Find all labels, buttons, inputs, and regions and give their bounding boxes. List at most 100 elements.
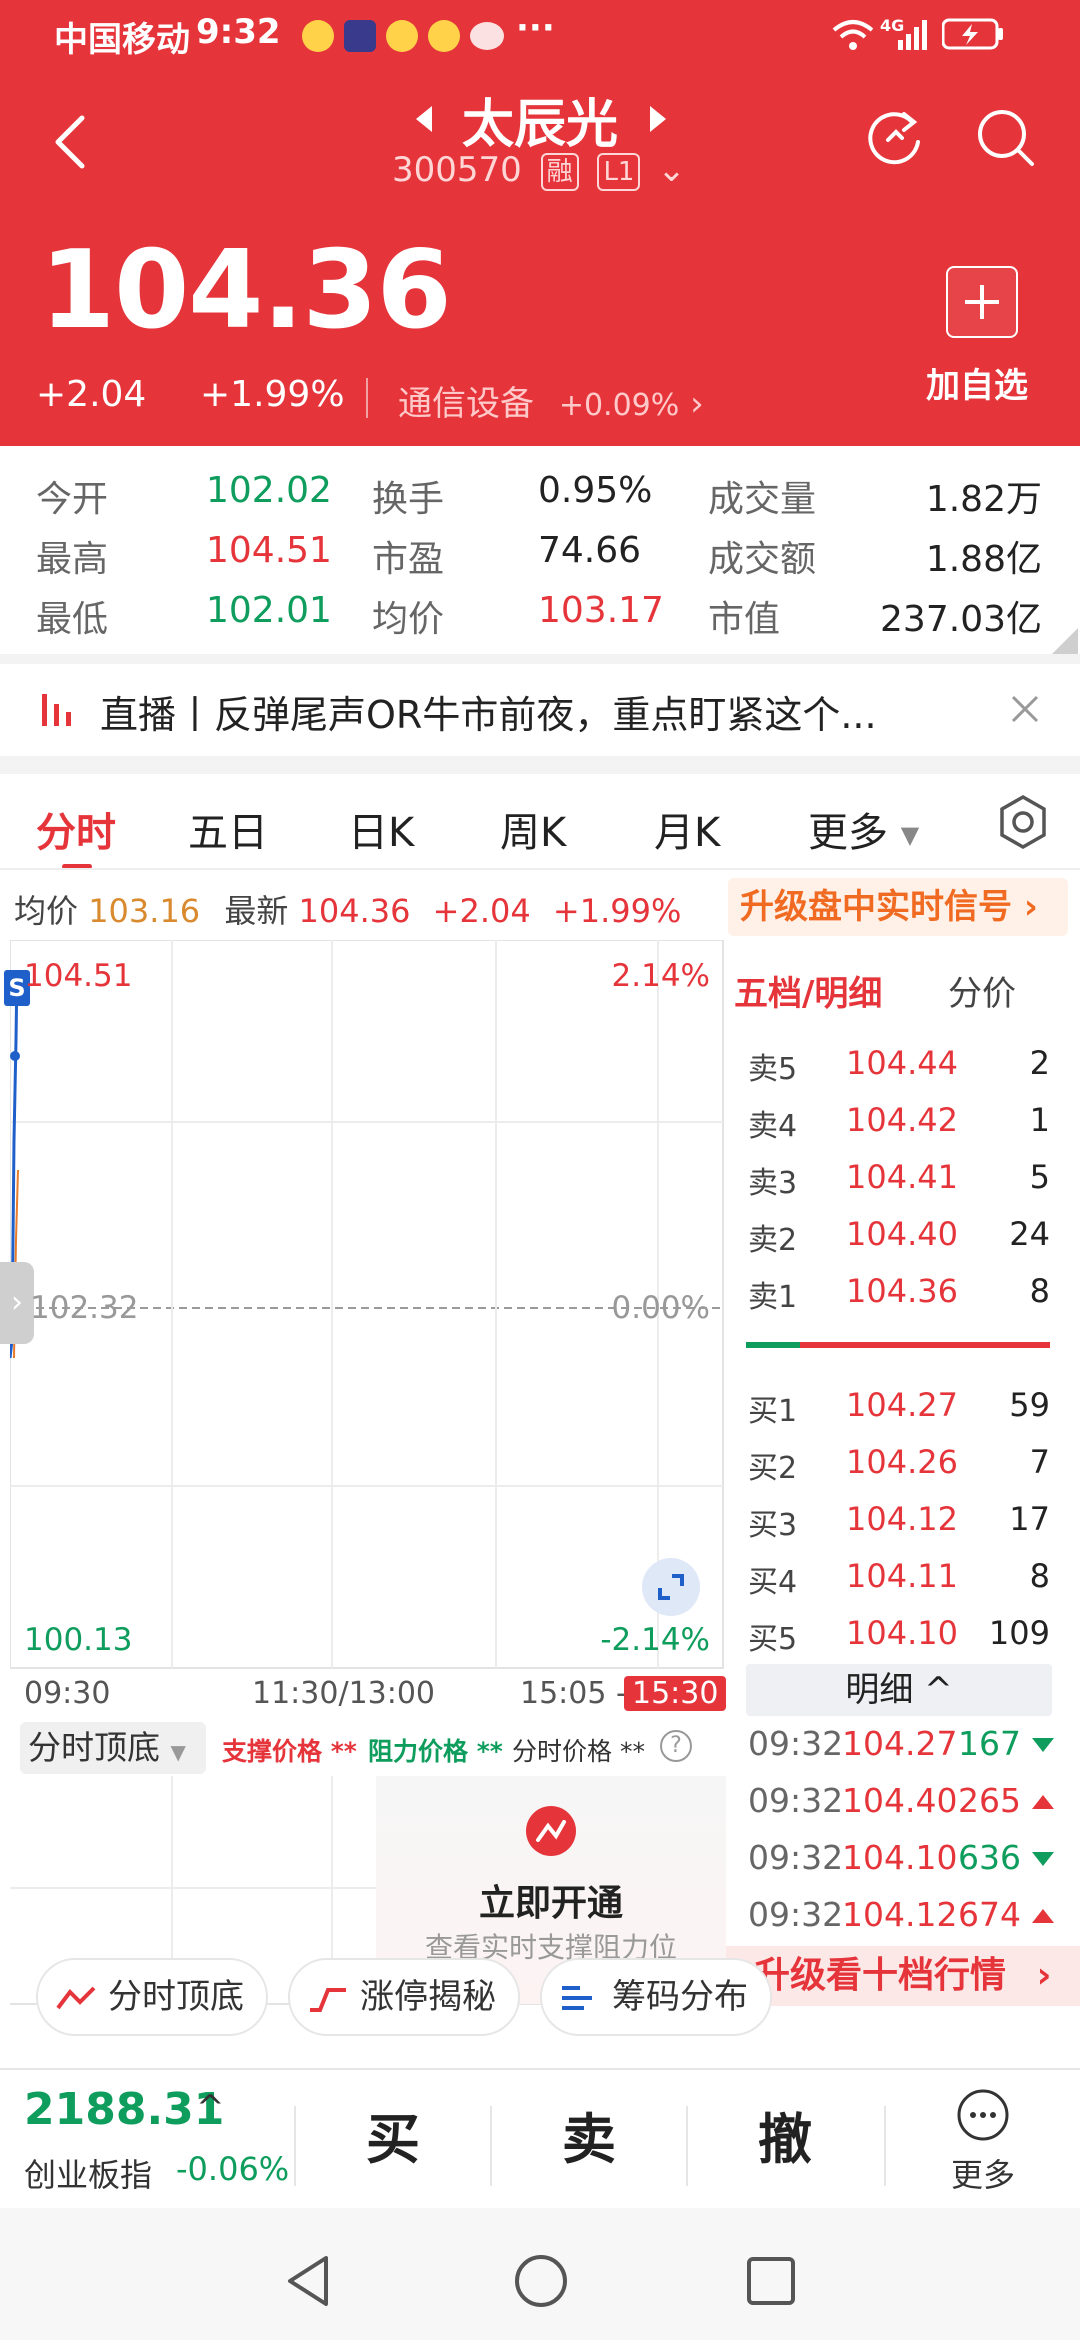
- tab-five-day[interactable]: 五日: [188, 800, 268, 858]
- index-name: 创业板指: [24, 2156, 153, 2194]
- price-change: +2.04: [36, 374, 147, 415]
- tick-volume: 636: [958, 1838, 1021, 1877]
- latest-change-pct: +1.99%: [552, 892, 682, 930]
- open-label: 今开: [36, 479, 109, 520]
- ask-label: 卖4: [748, 1109, 798, 1144]
- down-arrow-icon: [1032, 1852, 1054, 1866]
- tick-price: 104.12: [842, 1895, 958, 1934]
- add-watchlist-button[interactable]: [946, 266, 1018, 338]
- help-icon[interactable]: ?: [660, 1730, 692, 1762]
- up-arrow-icon: [1032, 1795, 1054, 1809]
- live-banner[interactable]: 直播丨反弹尾声OR牛市前夜，重点盯紧这个...: [0, 660, 1080, 756]
- chart-bottom-price: 100.13: [24, 1622, 133, 1658]
- chart-top-price: 104.51: [24, 958, 133, 994]
- ask-label: 卖2: [748, 1223, 798, 1258]
- distribution-icon: [562, 1986, 592, 2010]
- bid-label: 买2: [748, 1451, 798, 1486]
- nav-back-icon[interactable]: [284, 2254, 332, 2308]
- upgrade-level10-button[interactable]: 升级看十档行情 ›: [726, 1946, 1080, 2006]
- add-watchlist-label[interactable]: 加自选: [926, 358, 1028, 407]
- trend-icon: [526, 1806, 576, 1856]
- pill-intraday-top-bottom[interactable]: 分时顶底: [36, 1958, 268, 2036]
- bid-volume: 109: [988, 1614, 1050, 1652]
- bid-strength-bar: [746, 1342, 800, 1348]
- expand-corner-icon[interactable]: [1052, 628, 1078, 654]
- level-tag: L1: [597, 152, 641, 191]
- indicator-dropdown-label: 分时顶底: [28, 1728, 160, 1767]
- pill-label: 涨停揭秘: [360, 1977, 496, 2017]
- tab-more[interactable]: 更多 ▼: [808, 800, 919, 858]
- fullscreen-button[interactable]: [642, 1558, 700, 1616]
- index-value[interactable]: 2188.31: [24, 2084, 224, 2135]
- indicator-dropdown[interactable]: 分时顶底 ▼: [20, 1722, 206, 1774]
- bid-label: 买1: [748, 1394, 798, 1429]
- time-axis-start: 09:30: [24, 1676, 111, 1711]
- k-app-icon: [344, 20, 376, 52]
- time-axis-end: 15:05 -: [520, 1676, 627, 1711]
- sector-link[interactable]: 通信设备 +0.09% ›: [398, 376, 704, 425]
- tick-volume: 674: [958, 1895, 1021, 1934]
- pe-value: 74.66: [538, 530, 642, 571]
- ask-row: 卖2 104.40 24: [748, 1215, 1058, 1271]
- ask-price: 104.44: [846, 1044, 958, 1082]
- search-icon[interactable]: [976, 108, 1036, 168]
- chevron-right-icon: ›: [1036, 1955, 1052, 1996]
- tick-time: 09:32: [748, 1724, 844, 1763]
- battery-icon: [942, 18, 1003, 50]
- close-icon[interactable]: [1010, 694, 1040, 724]
- tick-volume: 265: [958, 1781, 1021, 1820]
- avg-value: 103.17: [538, 590, 664, 631]
- nav-recents-icon[interactable]: [746, 2256, 796, 2306]
- turnover-label: 换手: [372, 479, 445, 520]
- ask-label: 卖3: [748, 1166, 798, 1201]
- margin-tag: 融: [540, 152, 579, 191]
- tab-orderbook[interactable]: 五档/明细: [734, 966, 882, 1015]
- ask-price: 104.40: [846, 1215, 958, 1253]
- nav-home-icon[interactable]: [514, 2254, 568, 2308]
- cancel-order-button[interactable]: 撤: [688, 2090, 882, 2190]
- chevron-right-icon: ›: [1023, 887, 1038, 927]
- detail-label: 明细: [845, 1670, 914, 1710]
- bid-volume: 17: [1009, 1500, 1050, 1538]
- chevron-up-icon[interactable]: ^: [196, 2088, 225, 2128]
- chart-expand-handle[interactable]: ›: [0, 1262, 34, 1344]
- tab-more-label: 更多: [808, 810, 888, 856]
- fullscreen-icon: [658, 1574, 684, 1600]
- tick-time: 09:32: [748, 1781, 844, 1820]
- next-stock-icon[interactable]: [646, 104, 670, 134]
- signal-icon: [898, 20, 927, 50]
- pill-chip-distribution[interactable]: 筹码分布: [540, 1958, 772, 2036]
- status-time: 9:32: [196, 12, 281, 52]
- carrier-text: 中国移动: [54, 20, 190, 60]
- support-price-label: 支撑价格 **: [222, 1737, 357, 1766]
- pill-limit-up[interactable]: 涨停揭秘: [288, 1958, 520, 2036]
- tab-price-dist[interactable]: 分价: [948, 966, 1016, 1015]
- tab-monthly-k[interactable]: 月K: [654, 800, 720, 858]
- bid-volume: 59: [1009, 1386, 1050, 1424]
- news-text: 直播丨反弹尾声OR牛市前夜，重点盯紧这个...: [100, 693, 877, 737]
- tab-intraday[interactable]: 分时: [36, 800, 116, 858]
- buy-button[interactable]: 买: [296, 2090, 490, 2190]
- stock-header: 中国移动 9:32 ··· 4G 太辰光 300570 融 L1 ⌄ 104.3…: [0, 0, 1080, 446]
- sell-button[interactable]: 卖: [492, 2090, 686, 2190]
- detail-toggle[interactable]: 明细 ^: [746, 1664, 1052, 1716]
- up-arrow-icon: [1032, 1909, 1054, 1923]
- more-button[interactable]: 更多: [886, 2070, 1080, 2210]
- bid-volume: 8: [1029, 1557, 1050, 1595]
- unlock-title: 立即开通: [478, 1883, 623, 1924]
- upgrade-signal-button[interactable]: 升级盘中实时信号 ›: [728, 878, 1068, 936]
- ask-price: 104.42: [846, 1101, 958, 1139]
- chevron-up-icon: ^: [924, 1670, 953, 1710]
- refresh-icon[interactable]: [864, 106, 924, 166]
- price-change-pct: +1.99%: [200, 374, 345, 415]
- stock-code: 300570: [392, 150, 522, 190]
- tab-weekly-k[interactable]: 周K: [500, 800, 566, 858]
- weibo-icon: [386, 20, 418, 52]
- settings-icon[interactable]: [998, 794, 1048, 850]
- tick-price: 104.10: [842, 1838, 958, 1877]
- tab-daily-k[interactable]: 日K: [348, 800, 414, 858]
- bid-row: 买4 104.11 8: [748, 1557, 1058, 1613]
- weibo-icon: [428, 20, 460, 52]
- system-nav-bar: [0, 2208, 1080, 2340]
- stock-code-line[interactable]: 300570 融 L1 ⌄: [392, 150, 686, 191]
